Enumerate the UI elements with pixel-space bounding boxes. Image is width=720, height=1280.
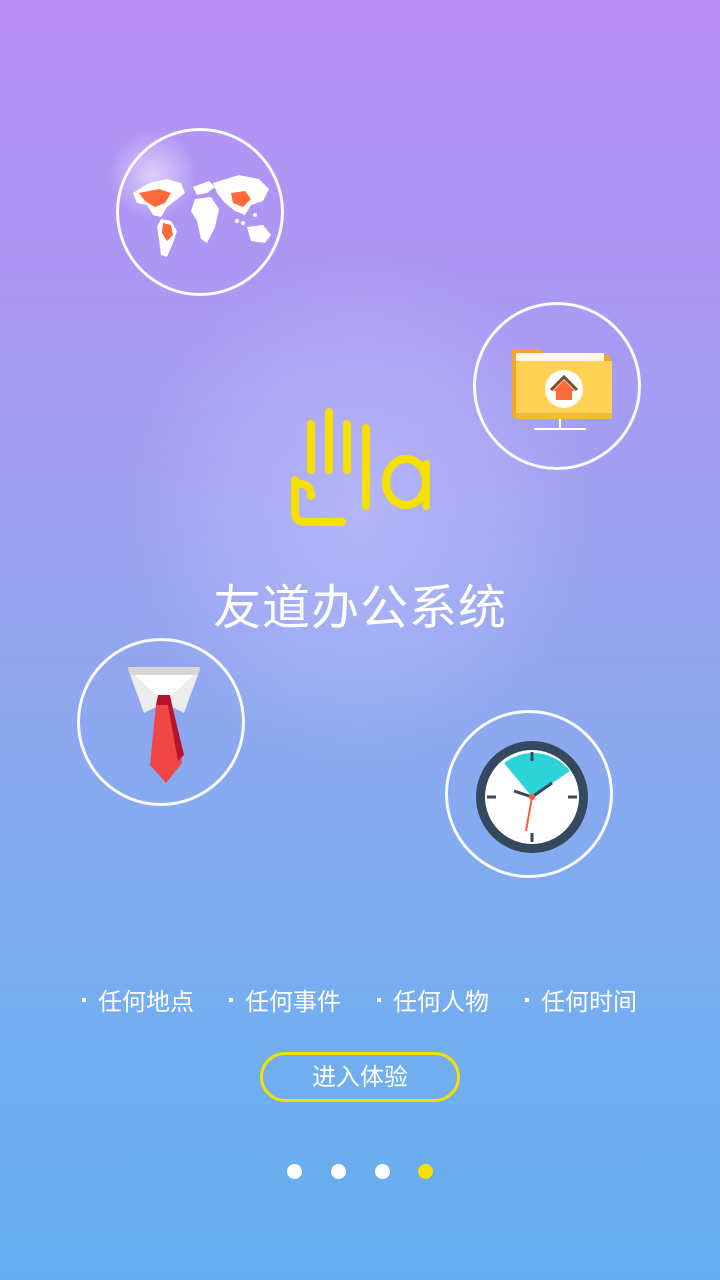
feature-label: 任何人物 (393, 988, 489, 1016)
enter-experience-button[interactable]: 进入体验 (260, 1052, 460, 1102)
home-folder-icon (512, 349, 612, 430)
world-map-icon (133, 175, 271, 257)
folder-bubble (473, 302, 641, 470)
feature-label: 任何地点 (98, 988, 194, 1016)
feature-item: 任何事件 (229, 982, 341, 1017)
feature-item: 任何人物 (377, 982, 489, 1017)
bullet-icon (377, 998, 381, 1002)
page-dot-active[interactable] (418, 1164, 433, 1179)
bullet-icon (229, 998, 233, 1002)
tie-bubble (77, 638, 245, 806)
page-indicator (0, 1164, 720, 1180)
feature-item: 任何地点 (82, 982, 194, 1017)
page-dot[interactable] (331, 1164, 346, 1179)
page-dot[interactable] (287, 1164, 302, 1179)
world-map-bubble (116, 128, 284, 296)
bullet-icon (82, 998, 86, 1002)
app-title: 友道办公系统 (212, 580, 507, 636)
tie-icon (128, 667, 200, 783)
feature-label: 任何时间 (541, 988, 637, 1016)
bullet-icon (525, 998, 529, 1002)
feature-label: 任何事件 (245, 988, 341, 1016)
clock-bubble (445, 710, 613, 878)
clock-icon (476, 741, 588, 853)
feature-item: 任何时间 (525, 982, 637, 1017)
hand-logo-icon (291, 408, 430, 526)
page-dot[interactable] (375, 1164, 390, 1179)
feature-list: 任何地点 任何事件 任何人物 任何时间 (0, 982, 720, 1022)
